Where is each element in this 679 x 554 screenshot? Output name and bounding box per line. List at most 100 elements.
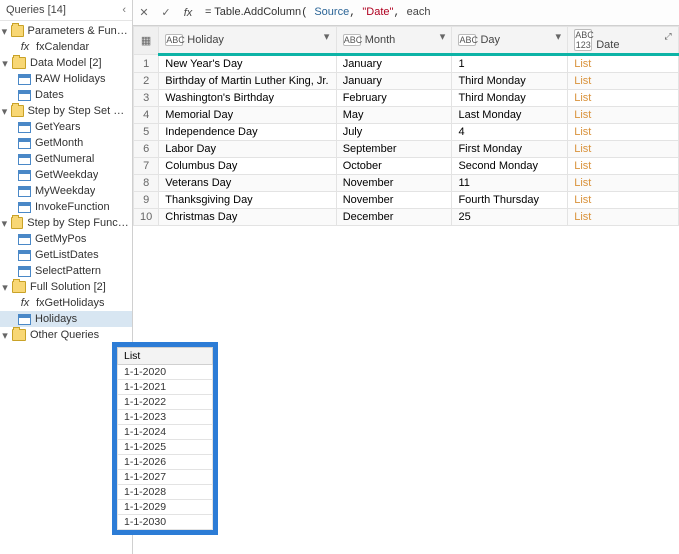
- column-header[interactable]: ABC123Date⤢: [568, 27, 679, 55]
- cell-day[interactable]: Second Monday: [452, 158, 568, 175]
- tree-group-header[interactable]: ▾Step by Step Set Up [6]: [0, 103, 132, 119]
- table-row[interactable]: 4Memorial DayMayLast MondayList: [134, 107, 679, 124]
- cell-holiday[interactable]: Birthday of Martin Luther King, Jr.: [159, 73, 336, 90]
- cell-day[interactable]: 1: [452, 55, 568, 73]
- table-row[interactable]: 7Columbus DayOctoberSecond MondayList: [134, 158, 679, 175]
- row-index[interactable]: 4: [134, 107, 159, 124]
- collapse-sidebar-icon[interactable]: ‹: [122, 4, 126, 16]
- formula-input[interactable]: = Table.AddColumn( Source, "Date", each: [199, 6, 679, 19]
- tree-item[interactable]: InvokeFunction: [0, 199, 132, 215]
- cell-date-list[interactable]: List: [568, 124, 679, 141]
- cell-month[interactable]: January: [336, 55, 452, 73]
- row-index[interactable]: 6: [134, 141, 159, 158]
- cell-date-list[interactable]: List: [568, 55, 679, 73]
- cell-month[interactable]: July: [336, 124, 452, 141]
- cell-day[interactable]: Fourth Thursday: [452, 192, 568, 209]
- formula-cancel-button[interactable]: ✕: [133, 2, 155, 24]
- table-row[interactable]: 1New Year's DayJanuary1List: [134, 55, 679, 73]
- row-index[interactable]: 3: [134, 90, 159, 107]
- cell-holiday[interactable]: Independence Day: [159, 124, 336, 141]
- cell-date-list[interactable]: List: [568, 158, 679, 175]
- tree-group-header[interactable]: ▾Step by Step Function...: [0, 215, 132, 231]
- cell-holiday[interactable]: Thanksgiving Day: [159, 192, 336, 209]
- cell-day[interactable]: Third Monday: [452, 73, 568, 90]
- row-index[interactable]: 1: [134, 55, 159, 73]
- cell-date-list[interactable]: List: [568, 175, 679, 192]
- cell-holiday[interactable]: Washington's Birthday: [159, 90, 336, 107]
- cell-month[interactable]: February: [336, 90, 452, 107]
- tree-item[interactable]: GetWeekday: [0, 167, 132, 183]
- cell-month[interactable]: December: [336, 209, 452, 226]
- column-header[interactable]: ABCHoliday▾: [159, 27, 336, 55]
- list-item[interactable]: 1-1-2026: [117, 455, 213, 470]
- row-index[interactable]: 9: [134, 192, 159, 209]
- column-header[interactable]: ABCDay▾: [452, 27, 568, 55]
- cell-date-list[interactable]: List: [568, 73, 679, 90]
- tree-item[interactable]: GetYears: [0, 119, 132, 135]
- table-row[interactable]: 9Thanksgiving DayNovemberFourth Thursday…: [134, 192, 679, 209]
- tree-item[interactable]: RAW Holidays: [0, 71, 132, 87]
- list-item[interactable]: 1-1-2029: [117, 500, 213, 515]
- row-index[interactable]: 10: [134, 209, 159, 226]
- filter-icon[interactable]: ▾: [552, 30, 564, 42]
- cell-day[interactable]: 25: [452, 209, 568, 226]
- table-row[interactable]: 8Veterans DayNovember11List: [134, 175, 679, 192]
- cell-month[interactable]: November: [336, 192, 452, 209]
- tree-group-header[interactable]: ▾Other Queries: [0, 327, 132, 343]
- cell-date-list[interactable]: List: [568, 192, 679, 209]
- cell-month[interactable]: October: [336, 158, 452, 175]
- row-header-corner[interactable]: ▦: [134, 27, 159, 55]
- tree-group-header[interactable]: ▾Full Solution [2]: [0, 279, 132, 295]
- column-header[interactable]: ABCMonth▾: [336, 27, 452, 55]
- cell-month[interactable]: September: [336, 141, 452, 158]
- table-row[interactable]: 6Labor DaySeptemberFirst MondayList: [134, 141, 679, 158]
- cell-holiday[interactable]: Christmas Day: [159, 209, 336, 226]
- tree-item[interactable]: GetMonth: [0, 135, 132, 151]
- cell-holiday[interactable]: Memorial Day: [159, 107, 336, 124]
- list-item[interactable]: 1-1-2020: [117, 365, 213, 380]
- tree-item[interactable]: fxfxGetHolidays: [0, 295, 132, 311]
- tree-item[interactable]: SelectPattern: [0, 263, 132, 279]
- table-row[interactable]: 10Christmas DayDecember25List: [134, 209, 679, 226]
- row-index[interactable]: 7: [134, 158, 159, 175]
- row-index[interactable]: 5: [134, 124, 159, 141]
- row-index[interactable]: 8: [134, 175, 159, 192]
- cell-holiday[interactable]: Labor Day: [159, 141, 336, 158]
- list-item[interactable]: 1-1-2030: [117, 515, 213, 530]
- tree-item[interactable]: fxfxCalendar: [0, 39, 132, 55]
- list-item[interactable]: 1-1-2023: [117, 410, 213, 425]
- cell-day[interactable]: 4: [452, 124, 568, 141]
- table-row[interactable]: 5Independence DayJuly4List: [134, 124, 679, 141]
- list-item[interactable]: 1-1-2025: [117, 440, 213, 455]
- tree-item[interactable]: Dates: [0, 87, 132, 103]
- cell-day[interactable]: Third Monday: [452, 90, 568, 107]
- cell-date-list[interactable]: List: [568, 90, 679, 107]
- row-index[interactable]: 2: [134, 73, 159, 90]
- filter-icon[interactable]: ▾: [436, 30, 448, 42]
- tree-group-header[interactable]: ▾Parameters & Functio...: [0, 23, 132, 39]
- tree-item[interactable]: GetMyPos: [0, 231, 132, 247]
- cell-day[interactable]: Last Monday: [452, 107, 568, 124]
- cell-holiday[interactable]: Columbus Day: [159, 158, 336, 175]
- cell-date-list[interactable]: List: [568, 209, 679, 226]
- list-item[interactable]: 1-1-2021: [117, 380, 213, 395]
- cell-date-list[interactable]: List: [568, 141, 679, 158]
- tree-item[interactable]: GetListDates: [0, 247, 132, 263]
- cell-day[interactable]: 11: [452, 175, 568, 192]
- formula-accept-button[interactable]: ✓: [155, 2, 177, 24]
- tree-item[interactable]: MyWeekday: [0, 183, 132, 199]
- cell-date-list[interactable]: List: [568, 107, 679, 124]
- cell-holiday[interactable]: Veterans Day: [159, 175, 336, 192]
- expand-column-icon[interactable]: ⤢: [661, 30, 675, 42]
- cell-month[interactable]: November: [336, 175, 452, 192]
- tree-item[interactable]: GetNumeral: [0, 151, 132, 167]
- cell-month[interactable]: May: [336, 107, 452, 124]
- tree-group-header[interactable]: ▾Data Model [2]: [0, 55, 132, 71]
- cell-day[interactable]: First Monday: [452, 141, 568, 158]
- list-item[interactable]: 1-1-2022: [117, 395, 213, 410]
- list-item[interactable]: 1-1-2024: [117, 425, 213, 440]
- table-row[interactable]: 3Washington's BirthdayFebruaryThird Mond…: [134, 90, 679, 107]
- list-item[interactable]: 1-1-2028: [117, 485, 213, 500]
- table-row[interactable]: 2Birthday of Martin Luther King, Jr.Janu…: [134, 73, 679, 90]
- filter-icon[interactable]: ▾: [321, 30, 333, 42]
